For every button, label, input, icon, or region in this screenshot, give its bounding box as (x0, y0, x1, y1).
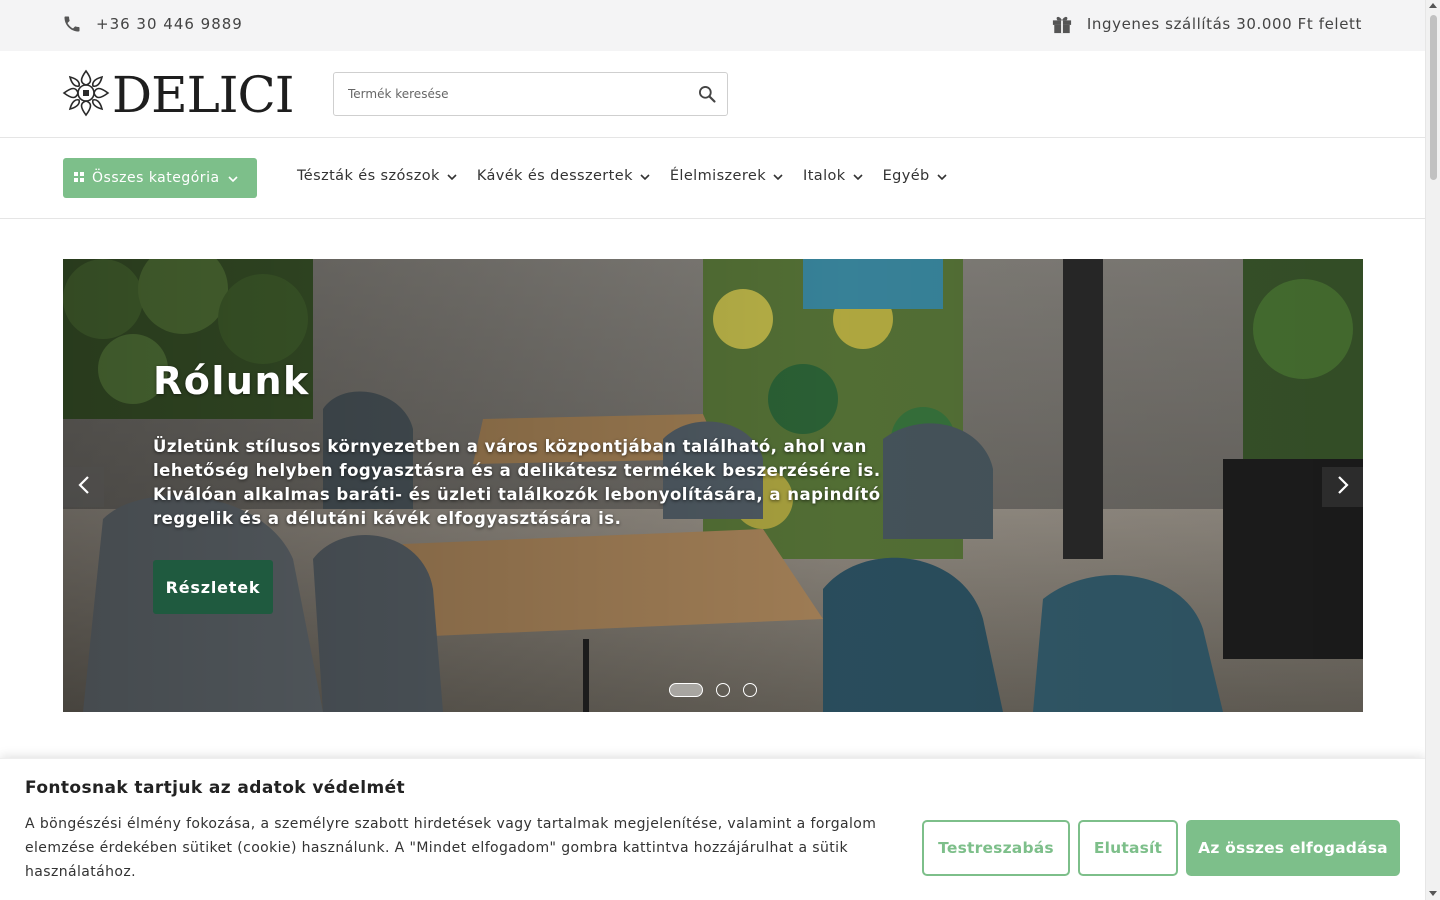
nav-item-drinks[interactable]: Italok (803, 168, 863, 184)
chevron-down-icon (227, 170, 238, 186)
customize-button[interactable]: Testreszabás (922, 820, 1070, 876)
slider-dot-1[interactable] (669, 683, 703, 697)
top-bar: +36 30 446 9889 Ingyenes szállítás 30.00… (0, 0, 1425, 51)
phone-icon (62, 14, 82, 34)
nav-item-other[interactable]: Egyéb (883, 168, 947, 184)
search-box (333, 72, 728, 116)
nav-item-groceries[interactable]: Élelmiszerek (670, 168, 783, 184)
gift-icon (1051, 14, 1073, 34)
page-scrollbar[interactable] (1425, 0, 1440, 900)
chevron-left-icon (77, 476, 90, 498)
logo-text: DELICI (112, 66, 295, 124)
slider-pagination (669, 683, 757, 697)
scrollbar-thumb[interactable] (1430, 15, 1437, 180)
reject-button[interactable]: Elutasít (1078, 820, 1178, 876)
all-categories-label: Összes kategória (92, 170, 220, 186)
nav-item-label: Egyéb (882, 168, 930, 184)
nav-item-label: Kávék és desszertek (476, 168, 633, 184)
scroll-down-arrow-icon[interactable] (1429, 891, 1437, 896)
site-header: DELICI (0, 51, 1425, 138)
slider-dot-3[interactable] (743, 683, 757, 697)
details-button[interactable]: Részletek (153, 560, 273, 614)
accept-all-button[interactable]: Az összes elfogadása (1186, 820, 1400, 876)
shipping-text: Ingyenes szállítás 30.000 Ft felett (1086, 15, 1362, 33)
chevron-down-icon (773, 168, 783, 184)
free-shipping-notice: Ingyenes szállítás 30.000 Ft felett (1051, 14, 1362, 34)
chevron-down-icon (852, 168, 863, 184)
nav-item-coffee-desserts[interactable]: Kávék és desszertek (477, 168, 650, 184)
site-logo[interactable]: DELICI (62, 66, 295, 124)
slider-dot-2[interactable] (716, 683, 730, 697)
scroll-up-arrow-icon[interactable] (1429, 3, 1437, 8)
nav-item-label: Italok (803, 168, 846, 184)
logo-ornament-icon (62, 69, 110, 121)
search-input[interactable] (334, 73, 674, 115)
hero-title: Rólunk (153, 359, 310, 403)
slider-prev-button[interactable] (63, 467, 104, 507)
chevron-down-icon (640, 168, 650, 184)
cookie-description: A böngészési élmény fokozása, a személyr… (25, 816, 877, 880)
all-categories-button[interactable]: Összes kategória (63, 158, 257, 198)
category-menu: Tészták és szószok Kávék és desszertek É… (297, 168, 967, 184)
cookie-title: Fontosnak tartjuk az adatok védelmét (25, 778, 406, 798)
search-icon[interactable] (697, 84, 717, 108)
phone-number[interactable]: +36 30 446 9889 (96, 15, 243, 33)
grid-icon (74, 170, 84, 186)
hero-description: Üzletünk stílusos környezetben a város k… (153, 437, 881, 528)
chevron-down-icon (937, 168, 947, 184)
chevron-right-icon (1337, 476, 1349, 498)
nav-item-label: Élelmiszerek (669, 168, 767, 184)
nav-item-pasta-sauces[interactable]: Tészták és szószok (297, 168, 457, 184)
hero-slider: Rólunk Üzletünk stílusos környezetben a … (63, 259, 1363, 712)
phone-contact[interactable]: +36 30 446 9889 (62, 14, 243, 34)
slider-next-button[interactable] (1322, 467, 1363, 507)
cookie-consent-banner: Fontosnak tartjuk az adatok védelmét A b… (0, 758, 1425, 900)
chevron-down-icon (447, 168, 457, 184)
nav-item-label: Tészták és szószok (297, 168, 440, 184)
main-navigation: Összes kategória Tészták és szószok Kávé… (0, 138, 1425, 219)
